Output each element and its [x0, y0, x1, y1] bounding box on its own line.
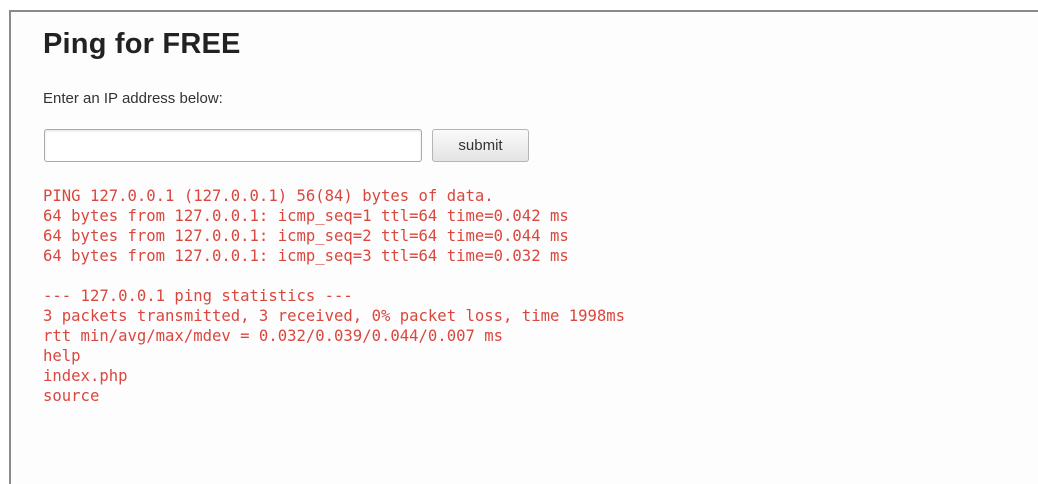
file-listing-item: index.php [43, 367, 128, 385]
output-spacer [43, 266, 625, 286]
submit-button[interactable]: submit [432, 129, 529, 162]
ping-reply-line: 64 bytes from 127.0.0.1: icmp_seq=1 ttl=… [43, 207, 569, 225]
ip-address-input[interactable] [44, 129, 422, 162]
ip-prompt-label: Enter an IP address below: [43, 90, 223, 107]
page-frame: Ping for FREE Enter an IP address below:… [9, 10, 1038, 484]
command-output: PING 127.0.0.1 (127.0.0.1) 56(84) bytes … [43, 186, 625, 406]
ping-stats-summary: 3 packets transmitted, 3 received, 0% pa… [43, 307, 626, 325]
page-title: Ping for FREE [43, 28, 241, 60]
ping-rtt-stats: rtt min/avg/max/mdev = 0.032/0.039/0.044… [43, 327, 504, 345]
ping-reply-line: 64 bytes from 127.0.0.1: icmp_seq=3 ttl=… [43, 247, 569, 265]
ping-stats-header: --- 127.0.0.1 ping statistics --- [43, 287, 353, 305]
ping-header-line: PING 127.0.0.1 (127.0.0.1) 56(84) bytes … [43, 187, 494, 205]
file-listing-item: source [43, 387, 100, 405]
ping-reply-line: 64 bytes from 127.0.0.1: icmp_seq=2 ttl=… [43, 227, 569, 245]
file-listing-item: help [43, 347, 81, 365]
